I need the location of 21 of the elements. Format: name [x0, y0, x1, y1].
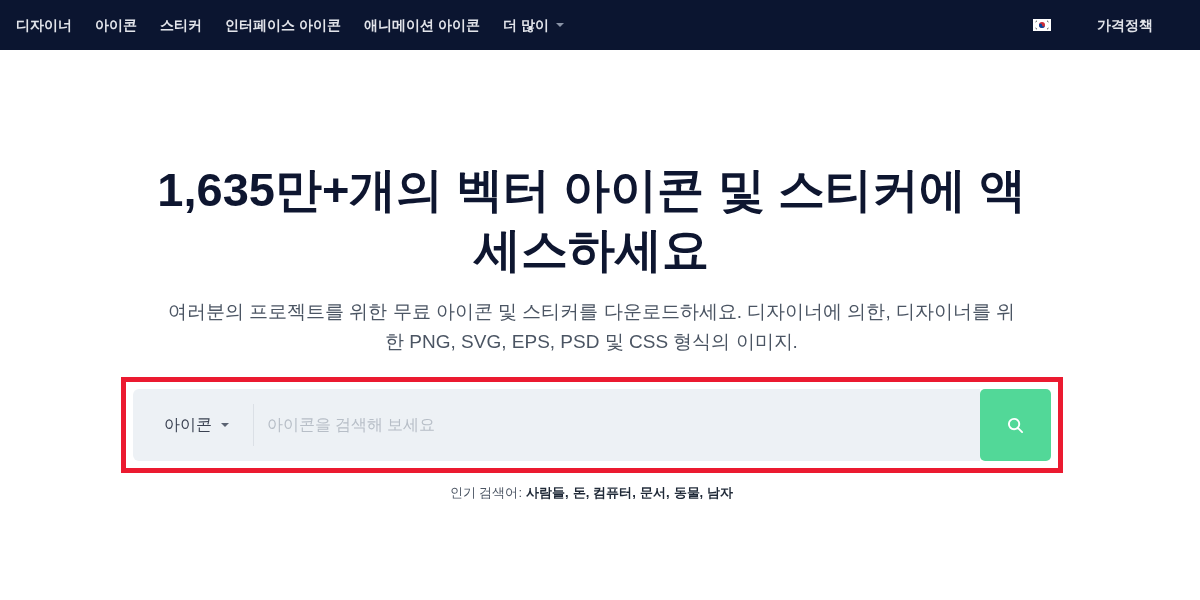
- caret-icon: [555, 23, 564, 27]
- pricing-link[interactable]: 가격정책: [1097, 14, 1153, 36]
- nav-link[interactable]: 디자이너: [16, 14, 72, 36]
- popular-search-link[interactable]: 컴퓨터,: [593, 483, 636, 503]
- nav-link[interactable]: 인터페이스 아이콘: [225, 14, 341, 36]
- popular-search-link[interactable]: 돈,: [572, 483, 590, 503]
- nav-link[interactable]: 애니메이션 아이콘: [363, 14, 480, 36]
- caret-icon: [220, 423, 229, 427]
- popular-search-link[interactable]: 사람들,: [526, 483, 569, 503]
- search-type-dropdown[interactable]: 아이콘: [132, 389, 254, 461]
- search-icon: [1006, 416, 1024, 434]
- popular-search-link[interactable]: 남자: [707, 483, 734, 503]
- flag-icon[interactable]: [1033, 19, 1051, 31]
- popular-search-link[interactable]: 동물,: [673, 483, 704, 503]
- popular-search-link[interactable]: 문서,: [639, 483, 670, 503]
- nav-link[interactable]: 아이콘: [95, 14, 137, 36]
- hero-subtitle: 여러분의 프로젝트를 위한 무료 아이콘 및 스티커를 다운로드하세요. 디자이너에 의한, 디자이너를 위한 PNG, SVG, EPS, PSD 및 CSS 형식의 이미지.: [166, 300, 1017, 354]
- hero-title: 1,635만+개의 벡터 아이콘 및 스티커에 액세스하세요: [156, 162, 1027, 278]
- nav-link[interactable]: 스티커: [160, 14, 202, 36]
- nav-menu-button[interactable]: 더 많이: [502, 14, 564, 36]
- popular-searches-label: 인기 검색어:: [449, 484, 523, 502]
